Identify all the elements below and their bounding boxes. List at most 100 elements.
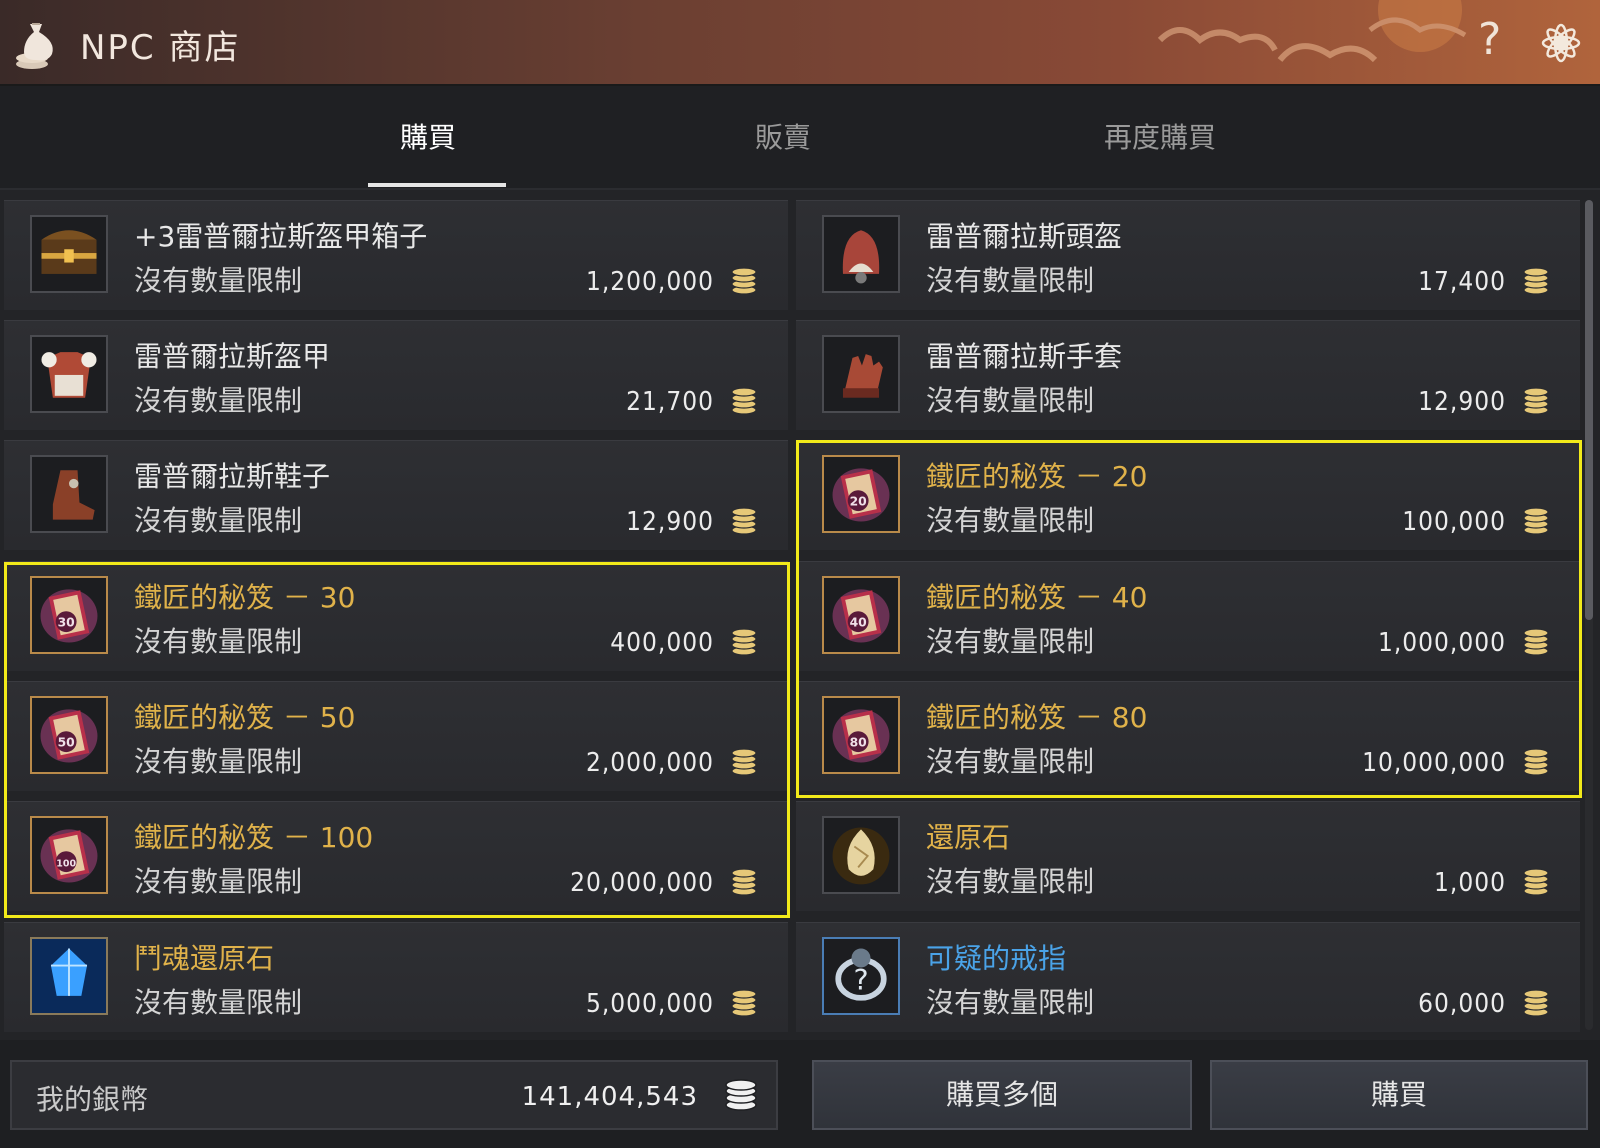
coin-stack-icon [1523, 628, 1549, 656]
item-limit: 沒有數量限制 [134, 264, 303, 297]
flower-settings-icon[interactable] [1538, 20, 1584, 66]
item-price: 12,900 [1418, 387, 1506, 417]
item-icon-frame [822, 215, 900, 293]
item-name: 鐵匠的秘笈 － 80 [926, 701, 1148, 734]
coin-stack-icon [731, 989, 757, 1017]
coin-stack-icon [731, 387, 757, 415]
svg-text:40: 40 [850, 615, 867, 629]
armor-icon [41, 352, 97, 398]
shop-item[interactable]: 80 鐵匠的秘笈 － 80 沒有數量限制 10,000,000 [796, 681, 1580, 791]
coin-stack-icon [731, 267, 757, 295]
book-icon: 50 [40, 709, 98, 763]
item-name: 鐵匠的秘笈 － 30 [134, 581, 356, 614]
item-price: 100,000 [1402, 507, 1506, 537]
item-icon-frame [30, 455, 108, 533]
item-limit: 沒有數量限制 [926, 986, 1095, 1019]
silver-value: 141,404,543 [521, 1082, 698, 1112]
item-icon-frame [822, 816, 900, 894]
shop-item[interactable]: +3雷普爾拉斯盔甲箱子 沒有數量限制 1,200,000 [4, 200, 788, 310]
item-price: 10,000,000 [1362, 748, 1506, 778]
shop-item[interactable]: 30 鐵匠的秘笈 － 30 沒有數量限制 400,000 [4, 561, 788, 671]
item-icon-frame [30, 335, 108, 413]
item-price: 21,700 [626, 387, 714, 417]
item-limit: 沒有數量限制 [926, 745, 1095, 778]
silver-balance: 我的銀幣 141,404,543 [10, 1060, 778, 1130]
item-icon-frame: 80 [822, 696, 900, 774]
svg-text:100: 100 [56, 858, 76, 869]
chest-icon [41, 230, 97, 274]
shop-item[interactable]: 40 鐵匠的秘笈 － 40 沒有數量限制 1,000,000 [796, 561, 1580, 671]
coin-stack-icon [1523, 989, 1549, 1017]
tab-buy[interactable]: 購買 [328, 116, 528, 156]
item-name: 鐵匠的秘笈 － 50 [134, 701, 356, 734]
coin-stack-icon [731, 748, 757, 776]
coin-stack-icon [1523, 267, 1549, 295]
item-name: 可疑的戒指 [926, 942, 1067, 975]
buy-button[interactable]: 購買 [1210, 1060, 1588, 1130]
shop-item[interactable]: 20 鐵匠的秘笈 － 20 沒有數量限制 100,000 [796, 440, 1580, 550]
item-icon-frame: 50 [30, 696, 108, 774]
item-icon-frame: 100 [30, 816, 108, 894]
help-icon[interactable]: ? [1478, 14, 1501, 65]
buy-multiple-button[interactable]: 購買多個 [812, 1060, 1192, 1130]
item-price: 2,000,000 [585, 748, 714, 778]
footer: 我的銀幣 141,404,543 購買多個 購買 [0, 1040, 1600, 1148]
coin-stack-icon [1523, 748, 1549, 776]
item-limit: 沒有數量限制 [134, 504, 303, 537]
shop-item[interactable]: 雷普爾拉斯盔甲 沒有數量限制 21,700 [4, 320, 788, 430]
item-name: 鐵匠的秘笈 － 40 [926, 581, 1148, 614]
item-icon-frame: 40 [822, 576, 900, 654]
item-price: 400,000 [610, 628, 714, 658]
silver-label: 我的銀幣 [36, 1083, 149, 1116]
item-limit: 沒有數量限制 [926, 264, 1095, 297]
coin-stack-icon [1523, 387, 1549, 415]
window-header: NPC 商店 ? [0, 0, 1600, 86]
item-icon-frame: 20 [822, 455, 900, 533]
book-icon: 80 [832, 709, 890, 763]
helmet-icon [842, 230, 880, 284]
svg-text:20: 20 [850, 494, 867, 508]
tab-buyback[interactable]: 再度購買 [1060, 116, 1260, 156]
shop-item[interactable]: 鬥魂還原石 沒有數量限制 5,000,000 [4, 922, 788, 1032]
window-title: NPC 商店 [80, 28, 241, 68]
item-price: 1,200,000 [585, 267, 714, 297]
shop-item[interactable]: 還原石沒有數量限制 1,000 [796, 801, 1580, 911]
item-limit: 沒有數量限制 [134, 625, 303, 658]
book-icon: 100 [40, 829, 98, 883]
shop-item[interactable]: 雷普爾拉斯手套 沒有數量限制 12,900 [796, 320, 1580, 430]
item-name: 鐵匠的秘笈 － 100 [134, 821, 374, 854]
item-name: 雷普爾拉斯盔甲 [134, 340, 331, 373]
active-tab-indicator [368, 183, 506, 187]
item-limit: 沒有數量限制 [926, 625, 1095, 658]
shop-item[interactable]: 50 鐵匠的秘笈 － 50 沒有數量限制 2,000,000 [4, 681, 788, 791]
book-icon: 30 [40, 589, 98, 643]
item-icon-frame [30, 215, 108, 293]
item-limit: 沒有數量限制 [134, 865, 303, 898]
item-name: +3雷普爾拉斯盔甲箱子 [134, 220, 428, 253]
item-price: 20,000,000 [570, 868, 714, 898]
item-limit: 沒有數量限制 [926, 504, 1095, 537]
item-name: 還原石 [926, 821, 1011, 854]
item-limit: 沒有數量限制 [926, 384, 1095, 417]
svg-text:80: 80 [850, 735, 867, 749]
tab-sell[interactable]: 販賣 [683, 116, 883, 156]
scrollbar[interactable] [1585, 200, 1593, 1030]
tab-bar: 購買 販賣 再度購買 [0, 86, 1600, 190]
item-name: 雷普爾拉斯鞋子 [134, 460, 331, 493]
item-icon-frame [822, 335, 900, 413]
soul-stone-icon [32, 939, 106, 1013]
shop-item[interactable]: 100 鐵匠的秘笈 － 100 沒有數量限制 20,000,000 [4, 801, 788, 911]
item-price: 1,000,000 [1377, 628, 1506, 658]
book-icon: 40 [832, 589, 890, 643]
item-limit: 沒有數量限制 [926, 865, 1095, 898]
mystery-ring-icon: ? [835, 948, 887, 1001]
money-bag-icon [16, 23, 53, 69]
item-icon-frame: 30 [30, 576, 108, 654]
shop-item[interactable]: 雷普爾拉斯頭盔 沒有數量限制 17,400 [796, 200, 1580, 310]
boots-icon [52, 470, 95, 520]
item-price: 1,000 [1434, 868, 1506, 898]
scrollbar-thumb[interactable] [1585, 200, 1593, 620]
shop-item[interactable]: 雷普爾拉斯鞋子 沒有數量限制 12,900 [4, 440, 788, 550]
shop-item[interactable]: ? 可疑的戒指 沒有數量限制 60,000 [796, 922, 1580, 1032]
book-icon: 20 [832, 468, 890, 522]
